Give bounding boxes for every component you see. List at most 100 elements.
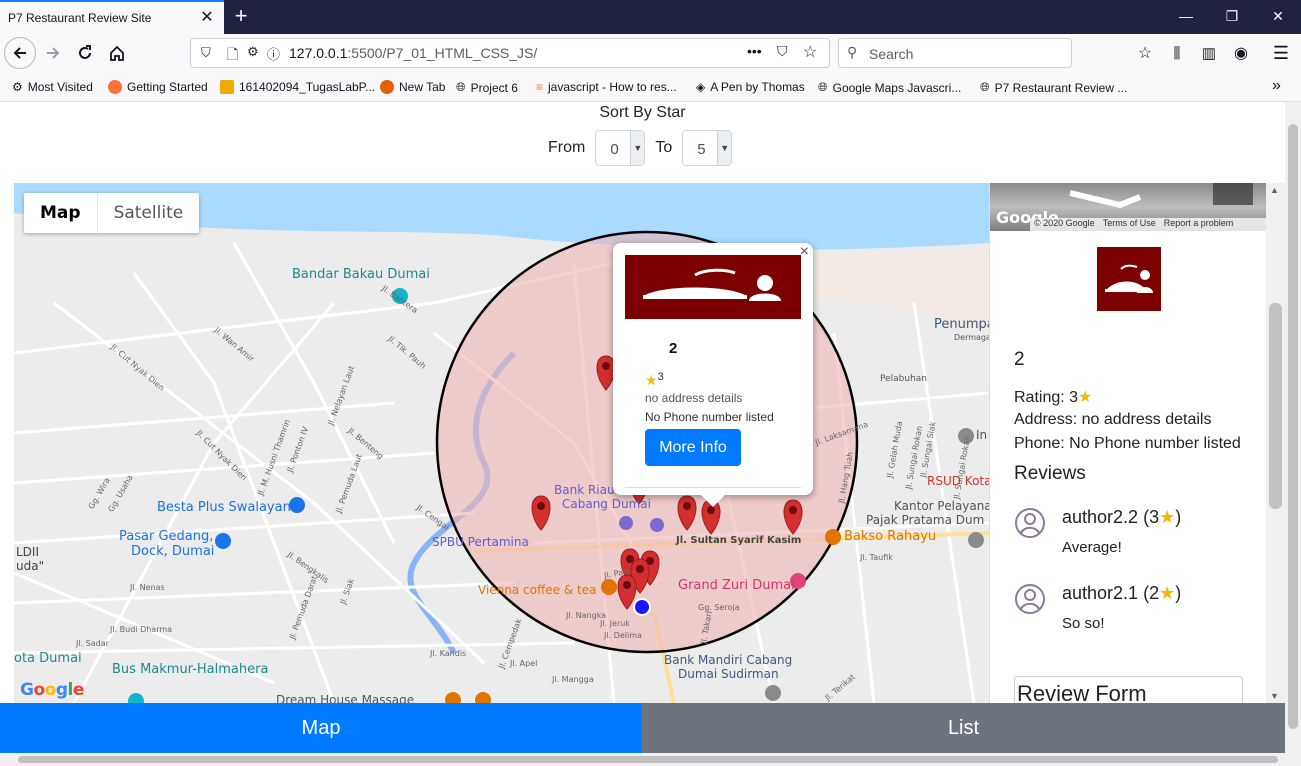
more-info-button[interactable]: More Info [645, 429, 741, 466]
map-label: Jl. Sultan Syarif Kasim [676, 535, 802, 546]
map-label: Bank Riau [554, 483, 615, 497]
view-toggle: Map List [0, 703, 1285, 753]
atm-icon [619, 516, 633, 530]
road-label: Jl. Nenas [130, 583, 165, 592]
review-text: So so! [1062, 615, 1105, 632]
url-bar[interactable]: ⛉ 🗋 ⚙ ⓘ 127.0.0.1:5500/P7_01_HTML_CSS_JS… [190, 38, 830, 68]
tab-title: P7 Restaurant Review Site [8, 11, 152, 25]
map-view-button[interactable]: Map [0, 703, 642, 753]
bookmark-item[interactable]: 🌐︎ Project 6 [456, 80, 518, 95]
scroll-down-icon[interactable]: ▼ [1270, 691, 1279, 701]
map-label: ota Dumai [14, 651, 82, 666]
reload-icon[interactable] [70, 38, 100, 68]
bookmark-item[interactable]: 161402094_TugasLabP... [220, 80, 375, 94]
restaurant-image [1097, 247, 1161, 311]
chevron-down-icon: ▼ [717, 131, 732, 165]
panel-scrollbar-thumb[interactable] [1269, 303, 1282, 509]
map-label: Pasar Gedang, [119, 529, 214, 544]
menu-icon[interactable]: ☰ [1266, 38, 1296, 68]
home-icon[interactable] [102, 38, 132, 68]
pocket-icon[interactable]: ⛉ [777, 43, 788, 60]
window-scrollbar-thumb[interactable] [1288, 124, 1298, 729]
map-label: Dock, Dumai [131, 544, 215, 559]
to-value: 5 [697, 141, 706, 158]
sort-controls: From 0 ▼ To 5 ▼ [548, 130, 742, 166]
from-select[interactable]: 0 ▼ [595, 130, 646, 166]
search-bar[interactable]: ⚲ Search [838, 38, 1072, 68]
map-label: LDII [16, 545, 40, 559]
map-label: Dermaga [954, 333, 989, 342]
permissions-icon[interactable]: ⚙ [247, 44, 259, 60]
to-select[interactable]: 5 ▼ [682, 130, 733, 166]
road-label: Jl. Taufik [860, 553, 893, 562]
back-icon[interactable] [4, 37, 36, 69]
page-actions-icon[interactable]: ••• [747, 43, 762, 59]
map-label: Besta Plus Swalayan [157, 500, 291, 515]
library-icon[interactable]: ⫼ [1162, 38, 1192, 68]
close-window-icon[interactable]: ✕ [1255, 0, 1301, 34]
waiter-icon [1105, 264, 1153, 293]
more-bookmarks-icon[interactable]: » [1272, 77, 1281, 95]
sidebar-icon[interactable]: ▥ [1194, 38, 1224, 68]
map-label: Bus Makmur-Halmahera [112, 662, 269, 677]
review-form-title: Review Form [1017, 681, 1147, 703]
site-info-icon[interactable]: ⓘ [267, 44, 280, 63]
window-h-scrollbar-thumb[interactable] [18, 756, 1278, 763]
road-label: Jl. Kandis [430, 649, 467, 658]
bookmark-item[interactable]: New Tab [380, 80, 445, 94]
stackoverflow-icon: ≡ [536, 80, 544, 94]
window-h-scrollbar[interactable] [0, 753, 1301, 766]
street-view[interactable]: Google © 2020 Google Terms of Use Report… [990, 183, 1266, 231]
shopping-icon [215, 533, 231, 549]
to-label: To [655, 139, 673, 156]
list-view-button[interactable]: List [642, 703, 1285, 753]
scroll-up-icon[interactable]: ▲ [1270, 185, 1279, 195]
bookmark-item[interactable]: ≡ javascript - How to res... [536, 80, 677, 94]
forward-icon[interactable] [38, 38, 68, 68]
bookmark-item[interactable]: 🌐︎ P7 Restaurant Review ... [980, 80, 1127, 95]
shield-icon[interactable]: ⛉ [201, 45, 211, 61]
bookmark-item[interactable]: ⚙ Most Visited [12, 80, 93, 94]
review-form[interactable]: Review Form [1014, 676, 1243, 703]
panel-scrollbar[interactable]: ▲ ▼ [1266, 183, 1285, 703]
reviews-title: Reviews [1014, 463, 1086, 484]
restaurant-rating: Rating: 3★ [1014, 389, 1093, 406]
google-map[interactable]: Map Satellite Bandar Bakau Dumai Penumpa… [14, 183, 989, 703]
from-value: 0 [610, 141, 619, 158]
page-content: Sort By Star From 0 ▼ To 5 ▼ Map Satelli… [0, 102, 1285, 753]
map-type-map-button[interactable]: Map [24, 193, 97, 233]
map-type-satellite-button[interactable]: Satellite [96, 193, 200, 233]
tab-close-icon[interactable]: ✕ [198, 9, 216, 27]
review-author: author2.1 (2★) [1062, 583, 1182, 603]
restaurant-phone: Phone: No Phone number listed [1014, 435, 1241, 452]
reading-list-icon[interactable]: ☆ [1130, 38, 1160, 68]
landmark-icon [968, 532, 984, 548]
bookmark-item[interactable]: Getting Started [108, 80, 208, 94]
firefox-icon [380, 80, 394, 94]
restore-icon[interactable]: ❐ [1209, 0, 1255, 34]
details-panel: Google © 2020 Google Terms of Use Report… [989, 183, 1266, 703]
map-label: Grand Zuri Dumai [678, 578, 795, 593]
map-label: Bandar Bakau Dumai [292, 267, 430, 282]
bookmark-star-icon[interactable]: ☆ [803, 42, 817, 62]
map-label: Cabang Dumai [562, 497, 651, 511]
tab-strip: P7 Restaurant Review Site ✕ + — ❐ ✕ [0, 0, 1301, 34]
map-label: Dream House Massage [276, 693, 415, 703]
new-tab-icon[interactable]: + [230, 4, 252, 28]
window-scrollbar[interactable] [1285, 102, 1301, 753]
star-icon: ★ [1159, 583, 1176, 603]
bookmark-item[interactable]: ◈ A Pen by Thomas [696, 80, 805, 94]
url-text[interactable]: 127.0.0.1:5500/P7_01_HTML_CSS_JS/ [289, 45, 537, 61]
bookmark-item[interactable]: 🌐︎ Google Maps Javascri... [818, 80, 961, 95]
map-label: Vienna coffee & tea [478, 583, 597, 597]
close-icon[interactable]: × [800, 243, 809, 261]
avatar-icon [1015, 584, 1045, 614]
minimize-icon[interactable]: — [1163, 0, 1209, 34]
road-label: Jl. Apel [510, 659, 538, 668]
tab-active[interactable]: P7 Restaurant Review Site ✕ [0, 0, 224, 34]
account-icon[interactable]: ◉ [1226, 38, 1256, 68]
avatar-icon [1015, 508, 1045, 538]
info-address: no address details [645, 391, 743, 405]
chevron-down-icon: ▼ [630, 131, 645, 165]
info-phone: No Phone number listed [645, 410, 774, 424]
